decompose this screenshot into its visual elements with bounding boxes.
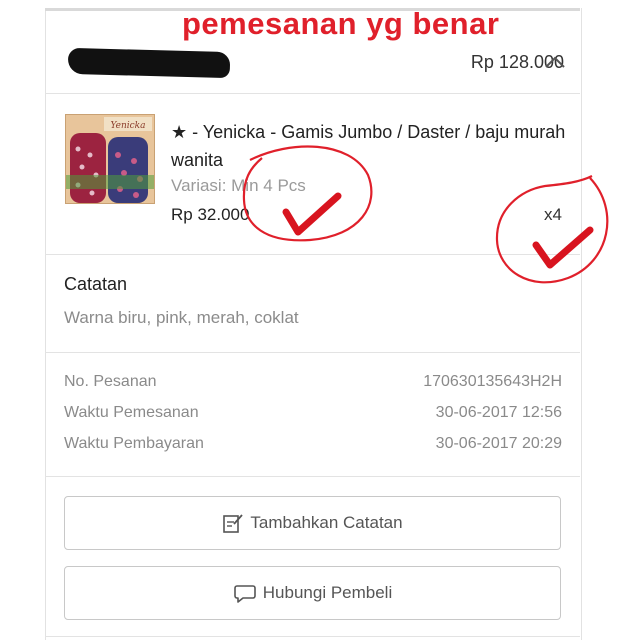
edit-note-icon (223, 514, 244, 533)
notes-text: Warna biru, pink, merah, coklat (64, 308, 299, 327)
divider (45, 352, 580, 353)
contact-buyer-button[interactable]: Hubungi Pembeli (64, 566, 561, 620)
payment-time-label: Waktu Pembayaran (64, 435, 204, 452)
add-note-label: Tambahkan Catatan (250, 513, 403, 532)
svg-text:Yenicka: Yenicka (110, 121, 145, 131)
chat-bubble-icon (233, 585, 256, 603)
product-price: Rp 32.000 (171, 205, 250, 224)
redacted-buyer-name (67, 47, 231, 79)
divider (45, 636, 580, 637)
chevron-up-icon[interactable] (543, 54, 567, 70)
order-time-label: Waktu Pemesanan (64, 404, 199, 421)
product-thumbnail[interactable]: Yenicka (65, 114, 155, 204)
divider (45, 476, 580, 477)
order-number-label: No. Pesanan (64, 373, 157, 390)
payment-time-value: 30-06-2017 20:29 (435, 435, 562, 452)
contact-buyer-label: Hubungi Pembeli (262, 583, 393, 602)
divider (45, 93, 580, 94)
order-number-value: 170630135643H2H (423, 373, 562, 390)
divider (45, 254, 580, 255)
notes-heading: Catatan (64, 274, 128, 294)
product-name[interactable]: ★ - Yenicka - Gamis Jumbo / Daster / baj… (171, 118, 571, 174)
product-variant: Variasi: Min 4 Pcs (171, 176, 306, 195)
add-note-button[interactable]: Tambahkan Catatan (64, 496, 561, 550)
product-quantity: x4 (544, 205, 562, 224)
annotation-title: pemesanan yg benar (182, 6, 500, 41)
order-time-value: 30-06-2017 12:56 (435, 404, 562, 421)
